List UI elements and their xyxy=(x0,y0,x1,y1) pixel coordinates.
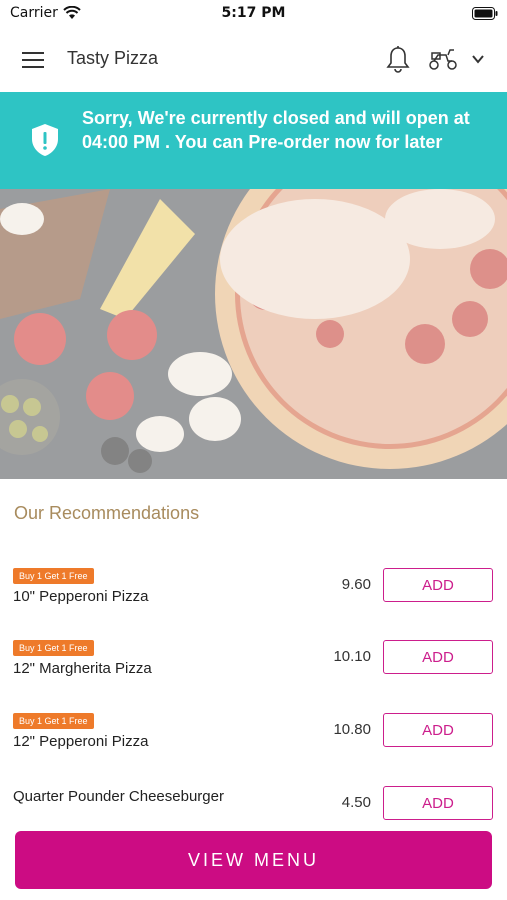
app-bar: Tasty Pizza xyxy=(0,28,507,92)
add-button[interactable]: ADD xyxy=(383,713,493,747)
view-menu-button[interactable]: VIEW MENU xyxy=(15,831,492,889)
promo-badge: Buy 1 Get 1 Free xyxy=(13,640,94,656)
shield-alert-icon xyxy=(32,124,58,156)
menu-item: Buy 1 Get 1 Free 12" Pepperoni Pizza 10.… xyxy=(0,713,507,773)
item-name: 10" Pepperoni Pizza xyxy=(13,588,149,605)
hamburger-menu-icon[interactable] xyxy=(22,50,46,70)
add-button[interactable]: ADD xyxy=(383,786,493,820)
hero-overlay xyxy=(0,189,507,479)
promo-badge: Buy 1 Get 1 Free xyxy=(13,568,94,584)
closed-message: Sorry, We're currently closed and will o… xyxy=(82,108,470,152)
chevron-down-icon[interactable] xyxy=(470,51,486,67)
delivery-scooter-icon[interactable] xyxy=(428,47,458,71)
item-price: 10.10 xyxy=(333,648,371,665)
hero-pizza-image xyxy=(0,189,507,479)
app-title: Tasty Pizza xyxy=(67,48,159,68)
item-price: 9.60 xyxy=(341,576,371,593)
menu-item: Buy 1 Get 1 Free 12" Margherita Pizza 10… xyxy=(0,640,507,700)
status-time: 5:17 PM xyxy=(221,5,286,21)
closed-banner: Sorry, We're currently closed and will o… xyxy=(0,92,507,189)
add-button[interactable]: ADD xyxy=(383,568,493,602)
item-price: 4.50 xyxy=(341,794,371,811)
item-name: Quarter Pounder Cheeseburger xyxy=(13,788,224,805)
item-name: 12" Pepperoni Pizza xyxy=(13,733,149,750)
menu-item: Buy 1 Get 1 Free 10" Pepperoni Pizza 9.6… xyxy=(0,568,507,628)
item-name: 12" Margherita Pizza xyxy=(13,660,152,677)
item-price: 10.80 xyxy=(333,721,371,738)
status-bar: Carrier 5:17 PM xyxy=(0,0,507,28)
battery-icon xyxy=(472,7,498,20)
recommendations-title: Our Recommendations xyxy=(14,503,200,523)
add-button[interactable]: ADD xyxy=(383,640,493,674)
promo-badge: Buy 1 Get 1 Free xyxy=(13,713,94,729)
bell-icon[interactable] xyxy=(386,45,410,73)
